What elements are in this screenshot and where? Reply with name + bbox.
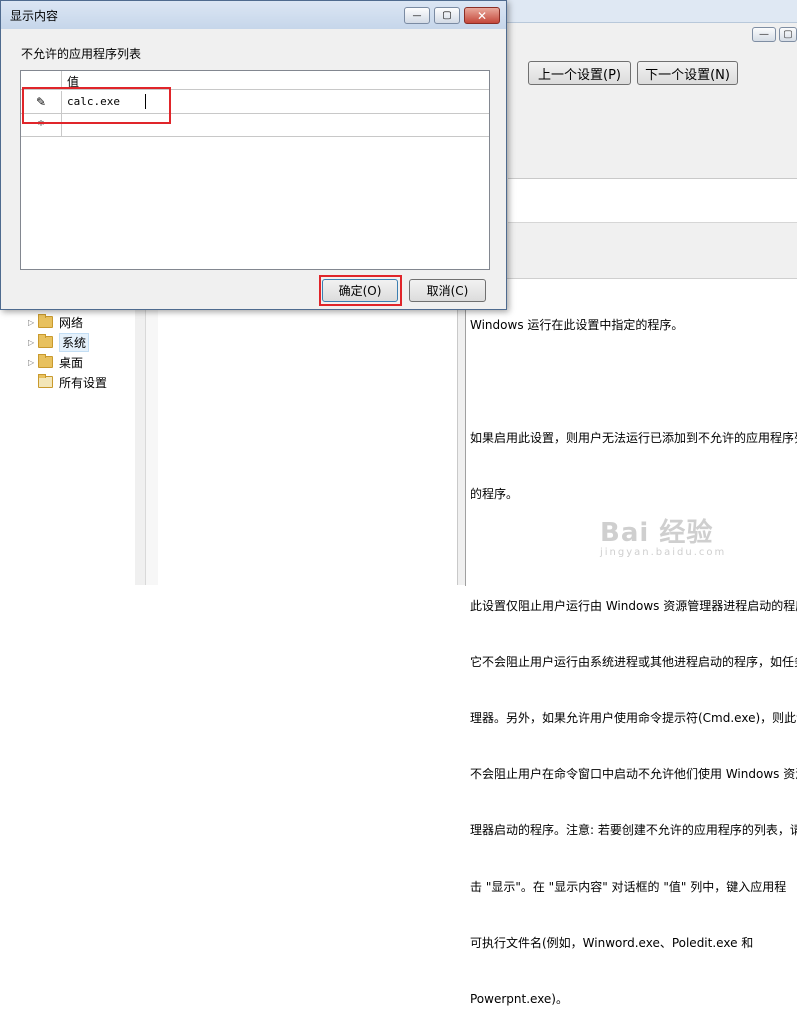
expand-arrow-icon[interactable]: ▷ [28, 318, 38, 327]
maximize-icon: ▢ [442, 10, 452, 21]
cancel-button[interactable]: 取消(C) [409, 279, 486, 302]
help-line: 理器启动的程序。注意: 若要创建不允许的应用程序的列表，请 [470, 823, 797, 838]
folder-icon [38, 334, 53, 348]
list-label: 不允许的应用程序列表 [21, 47, 142, 61]
settings-list [158, 310, 457, 585]
help-line: Powerpnt.exe)。 [470, 991, 568, 1006]
tree-item-all-settings[interactable]: 所有设置 [28, 373, 107, 391]
supported-on-area [508, 222, 797, 279]
policy-maximize-button[interactable]: ▢ [779, 27, 797, 42]
minimize-button[interactable]: — [404, 7, 430, 24]
help-line: 可执行文件名(例如，Winword.exe、Poledit.exe 和 [470, 935, 754, 950]
watermark-url: jingyan.baidu.com [600, 547, 727, 558]
help-line: 的程序。 [470, 486, 519, 501]
highlight-box [22, 87, 171, 124]
pane-divider[interactable] [135, 310, 145, 585]
tree-item-label: 桌面 [59, 355, 84, 370]
settings-folder-icon [38, 374, 53, 388]
help-text: Windows 运行在此设置中指定的程序。 如果启用此设置，则用户无法运行已添加… [470, 279, 797, 1027]
close-icon: ✕ [476, 8, 488, 23]
help-line: 不会阻止用户在命令窗口中启动不允许他们使用 Windows 资源 [470, 767, 797, 782]
help-line: 理器。另外，如果允许用户使用命令提示符(Cmd.exe)，则此设 [470, 711, 797, 726]
tree-item-network[interactable]: ▷ 网络 [28, 313, 83, 331]
baidu-watermark: Bai 经验 jingyan.baidu.com [600, 512, 790, 578]
tree-item-desktop[interactable]: ▷ 桌面 [28, 353, 83, 371]
watermark-logo: Bai 经验 [600, 518, 714, 548]
tree-item-system[interactable]: ▷ 系统 [28, 332, 90, 352]
show-contents-dialog: 显示内容 — ▢ ✕ 不允许的应用程序列表 值 ✎ * 确定(O) 取消(C) [0, 0, 507, 310]
dialog-titlebar[interactable] [1, 1, 506, 29]
help-line: 此设置仅阻止用户运行由 Windows 资源管理器进程启动的程序 [470, 598, 797, 613]
help-line [470, 373, 797, 392]
tree-item-label: 系统 [59, 332, 90, 352]
expand-arrow-icon[interactable]: ▷ [28, 338, 38, 347]
comment-box[interactable] [508, 178, 797, 223]
prev-setting-button[interactable]: 上一个设置(P) [528, 61, 631, 85]
highlight-box [319, 275, 402, 306]
folder-icon [38, 354, 53, 368]
policy-minimize-button[interactable]: — [752, 27, 776, 42]
help-line: Windows 运行在此设置中指定的程序。 [470, 318, 684, 333]
minimize-icon: — [412, 10, 422, 21]
minimize-icon: — [759, 29, 769, 40]
tree-item-label: 所有设置 [59, 375, 108, 390]
expand-arrow-icon[interactable]: ▷ [28, 358, 38, 367]
tree-item-label: 网络 [59, 315, 84, 330]
next-setting-button[interactable]: 下一个设置(N) [637, 61, 738, 85]
folder-icon [38, 314, 53, 328]
maximize-button[interactable]: ▢ [434, 7, 460, 24]
policy-window-titlebar [500, 0, 797, 23]
vertical-scrollbar[interactable] [145, 310, 159, 585]
maximize-icon: ▢ [783, 29, 793, 40]
help-line: 它不会阻止用户运行由系统进程或其他进程启动的程序，如任务 [470, 655, 797, 670]
dialog-title: 显示内容 [10, 9, 59, 23]
close-button[interactable]: ✕ [464, 7, 500, 24]
help-line: 如果启用此设置，则用户无法运行已添加到不允许的应用程序列 [470, 430, 797, 445]
help-line: 击 "显示"。在 "显示内容" 对话框的 "值" 列中，键入应用程 [470, 879, 787, 894]
